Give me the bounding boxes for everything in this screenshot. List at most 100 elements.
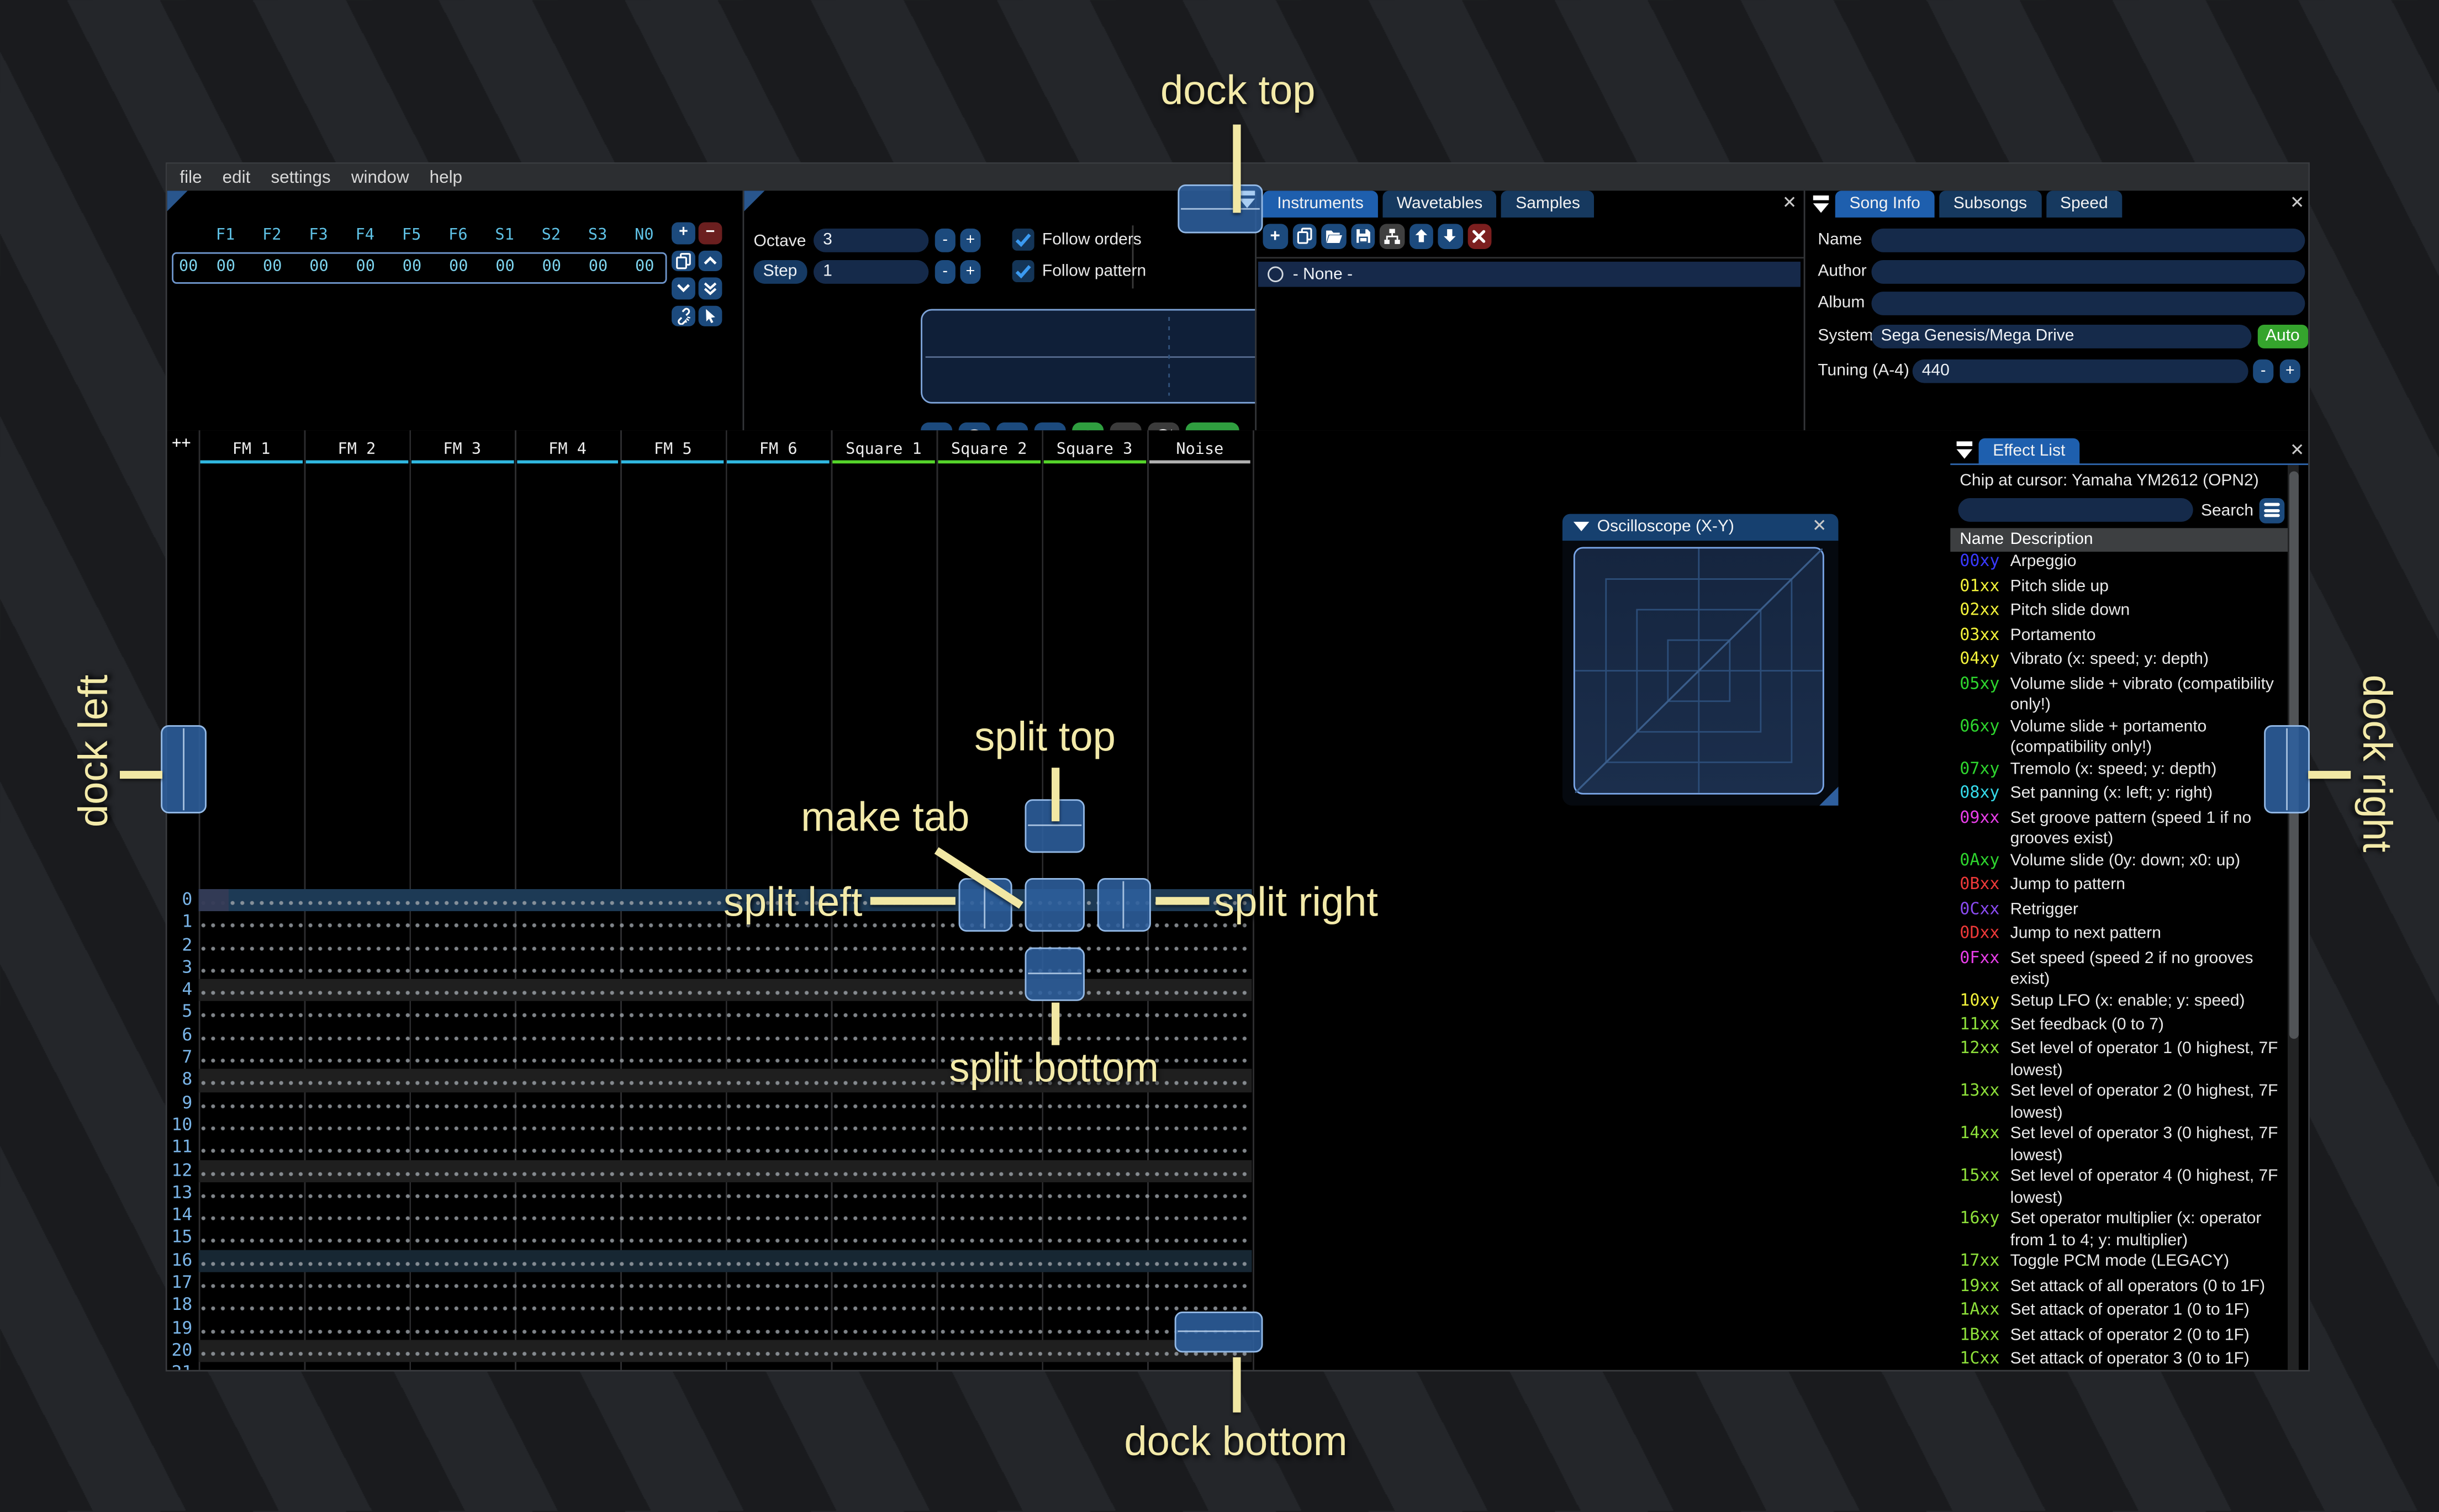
effect-row[interactable]: 16xy Set operator multiplier (x: operato…	[1950, 1209, 2288, 1252]
close-icon[interactable]: ✕	[2288, 441, 2306, 460]
orders-cell[interactable]: 00	[203, 258, 249, 276]
instruments-tab[interactable]: Wavetables	[1382, 191, 1497, 217]
octave-minus-button[interactable]: -	[935, 228, 955, 252]
effect-row[interactable]: 0Cxx Retrigger	[1950, 899, 2288, 923]
make-tab-target[interactable]	[1025, 878, 1085, 932]
instrument-duplicate-button[interactable]	[1292, 224, 1317, 249]
effect-row[interactable]: 10xy Setup LFO (x: enable; y: speed)	[1950, 991, 2288, 1015]
effect-row[interactable]: 03xx Portamento	[1950, 625, 2288, 649]
effect-row[interactable]: 05xy Volume slide + vibrato (compatibili…	[1950, 674, 2288, 716]
song-info-tab[interactable]: Subsongs	[1939, 191, 2041, 217]
pattern-row[interactable]: 3	[167, 956, 1252, 980]
menu-item[interactable]: help	[430, 168, 462, 187]
orders-cell[interactable]: 00	[342, 258, 389, 276]
pattern-row[interactable]: 5	[167, 1002, 1252, 1024]
pattern-row[interactable]: 10	[167, 1114, 1252, 1137]
effect-row[interactable]: 19xx Set attack of all operators (0 to 1…	[1950, 1277, 2288, 1301]
follow-orders-checkbox[interactable]	[1012, 228, 1034, 251]
instruments-tab[interactable]: Samples	[1501, 191, 1595, 217]
dock-left-target[interactable]	[161, 725, 207, 813]
pattern-row[interactable]: 9	[167, 1092, 1252, 1115]
order-add-button[interactable]: +	[672, 222, 695, 244]
menu-item[interactable]: edit	[223, 168, 251, 187]
tuning-minus-button[interactable]: -	[2253, 358, 2274, 383]
effect-list-tab[interactable]: Effect List	[1978, 438, 2079, 464]
octave-plus-button[interactable]: +	[960, 228, 981, 252]
collapse-triangle-icon[interactable]	[1573, 522, 1590, 532]
effect-row[interactable]: 06xy Volume slide + portamento (compatib…	[1950, 716, 2288, 759]
pattern-rows[interactable]: 0 1 2 3 4 5 6 7 8 9 10 11 12 13 14 15 16…	[167, 889, 1252, 1370]
orders-cell[interactable]: 00	[621, 258, 668, 276]
dock-top-target[interactable]	[1178, 184, 1263, 234]
effect-row[interactable]: 14xx Set level of operator 3 (0 highest,…	[1950, 1124, 2288, 1167]
pattern-row[interactable]: 19	[167, 1317, 1252, 1340]
channel-header[interactable]: FM 1	[199, 433, 304, 464]
pattern-row[interactable]: 14	[167, 1204, 1252, 1228]
pattern-row[interactable]: 18	[167, 1294, 1252, 1318]
channel-header[interactable]: Noise	[1147, 433, 1253, 464]
name-field[interactable]	[1871, 228, 2305, 252]
close-icon[interactable]: ✕	[2288, 194, 2306, 213]
album-field[interactable]	[1871, 290, 2305, 315]
tuning-input[interactable]: 440	[1912, 358, 2248, 383]
split-right-target[interactable]	[1097, 878, 1151, 932]
pattern-row[interactable]: 16	[167, 1249, 1252, 1272]
split-bottom-target[interactable]	[1025, 947, 1085, 1001]
channel-header[interactable]: FM 2	[304, 433, 409, 464]
instrument-list-selected-row[interactable]: - None -	[1258, 261, 1801, 287]
pattern-row[interactable]: 2	[167, 934, 1252, 957]
dock-bottom-target[interactable]	[1174, 1312, 1263, 1353]
auto-system-button[interactable]: Auto	[2257, 324, 2308, 348]
orders-cell[interactable]: 00	[482, 258, 528, 276]
effect-row[interactable]: 0Bxx Jump to pattern	[1950, 875, 2288, 899]
effect-row[interactable]: 0Fxx Set speed (speed 2 if no grooves ex…	[1950, 948, 2288, 991]
instrument-move-up-button[interactable]	[1408, 224, 1433, 249]
close-icon[interactable]: ✕	[1780, 194, 1799, 213]
instrument-add-button[interactable]: +	[1263, 224, 1287, 249]
step-label[interactable]: Step	[753, 260, 807, 284]
orders-cell[interactable]: 00	[435, 258, 482, 276]
effect-menu-button[interactable]	[2259, 498, 2284, 523]
step-minus-button[interactable]: -	[935, 260, 955, 284]
pattern-row[interactable]: 17	[167, 1272, 1252, 1295]
tuning-plus-button[interactable]: +	[2279, 358, 2300, 383]
order-remove-button[interactable]: −	[698, 222, 722, 244]
effect-row[interactable]: 0Axy Volume slide (0y: down; x0: up)	[1950, 850, 2288, 875]
effect-row[interactable]: 11xx Set feedback (0 to 7)	[1950, 1015, 2288, 1039]
instrument-save-button[interactable]	[1350, 224, 1375, 249]
orders-cell[interactable]: 00	[389, 258, 435, 276]
system-field[interactable]: Sega Genesis/Mega Drive	[1871, 324, 2252, 348]
channel-header[interactable]: FM 4	[515, 433, 620, 464]
instrument-delete-button[interactable]	[1467, 224, 1492, 249]
effect-list-scrollbar[interactable]	[2288, 465, 2299, 1370]
collapse-window-icon[interactable]	[1956, 441, 1974, 458]
pattern-cursor-cell[interactable]	[198, 889, 229, 912]
channel-header[interactable]: Square 2	[936, 433, 1042, 464]
effect-row[interactable]: 1Bxx Set attack of operator 2 (0 to 1F)	[1950, 1325, 2288, 1350]
pattern-row[interactable]: 20	[167, 1340, 1252, 1363]
effect-row[interactable]: 08xy Set panning (x: left; y: right)	[1950, 783, 2288, 807]
effect-row[interactable]: 13xx Set level of operator 2 (0 highest,…	[1950, 1082, 2288, 1124]
effect-row[interactable]: 09xx Set groove pattern (speed 1 if no g…	[1950, 808, 2288, 850]
effect-row[interactable]: 04xy Vibrato (x: speed; y: depth)	[1950, 649, 2288, 674]
resize-grip-icon[interactable]	[1819, 786, 1839, 806]
pattern-row[interactable]: 11	[167, 1136, 1252, 1160]
dock-right-target[interactable]	[2264, 725, 2310, 813]
order-up-button[interactable]	[698, 250, 722, 271]
orders-cell[interactable]: 00	[295, 258, 342, 276]
effect-row[interactable]: 00xy Arpeggio	[1950, 552, 2288, 576]
effect-row[interactable]: 1Axx Set attack of operator 1 (0 to 1F)	[1950, 1301, 2288, 1325]
channel-header[interactable]: FM 3	[409, 433, 515, 464]
oscilloscope-window[interactable]: Oscilloscope (X-Y) ✕	[1562, 514, 1839, 806]
pattern-row[interactable]: 12	[167, 1159, 1252, 1182]
instruments-tab[interactable]: Instruments	[1263, 191, 1378, 217]
effect-row[interactable]: 02xx Pitch slide down	[1950, 601, 2288, 625]
effect-row[interactable]: 12xx Set level of operator 1 (0 highest,…	[1950, 1039, 2288, 1082]
menu-item[interactable]: window	[351, 168, 409, 187]
channel-header[interactable]: FM 6	[726, 433, 831, 464]
effect-row[interactable]: 0Dxx Jump to next pattern	[1950, 923, 2288, 948]
effect-row[interactable]: 17xx Toggle PCM mode (LEGACY)	[1950, 1252, 2288, 1276]
instrument-tree-view-button[interactable]	[1379, 224, 1405, 249]
channel-header[interactable]: FM 5	[620, 433, 726, 464]
effect-search-input[interactable]	[1958, 498, 2193, 522]
